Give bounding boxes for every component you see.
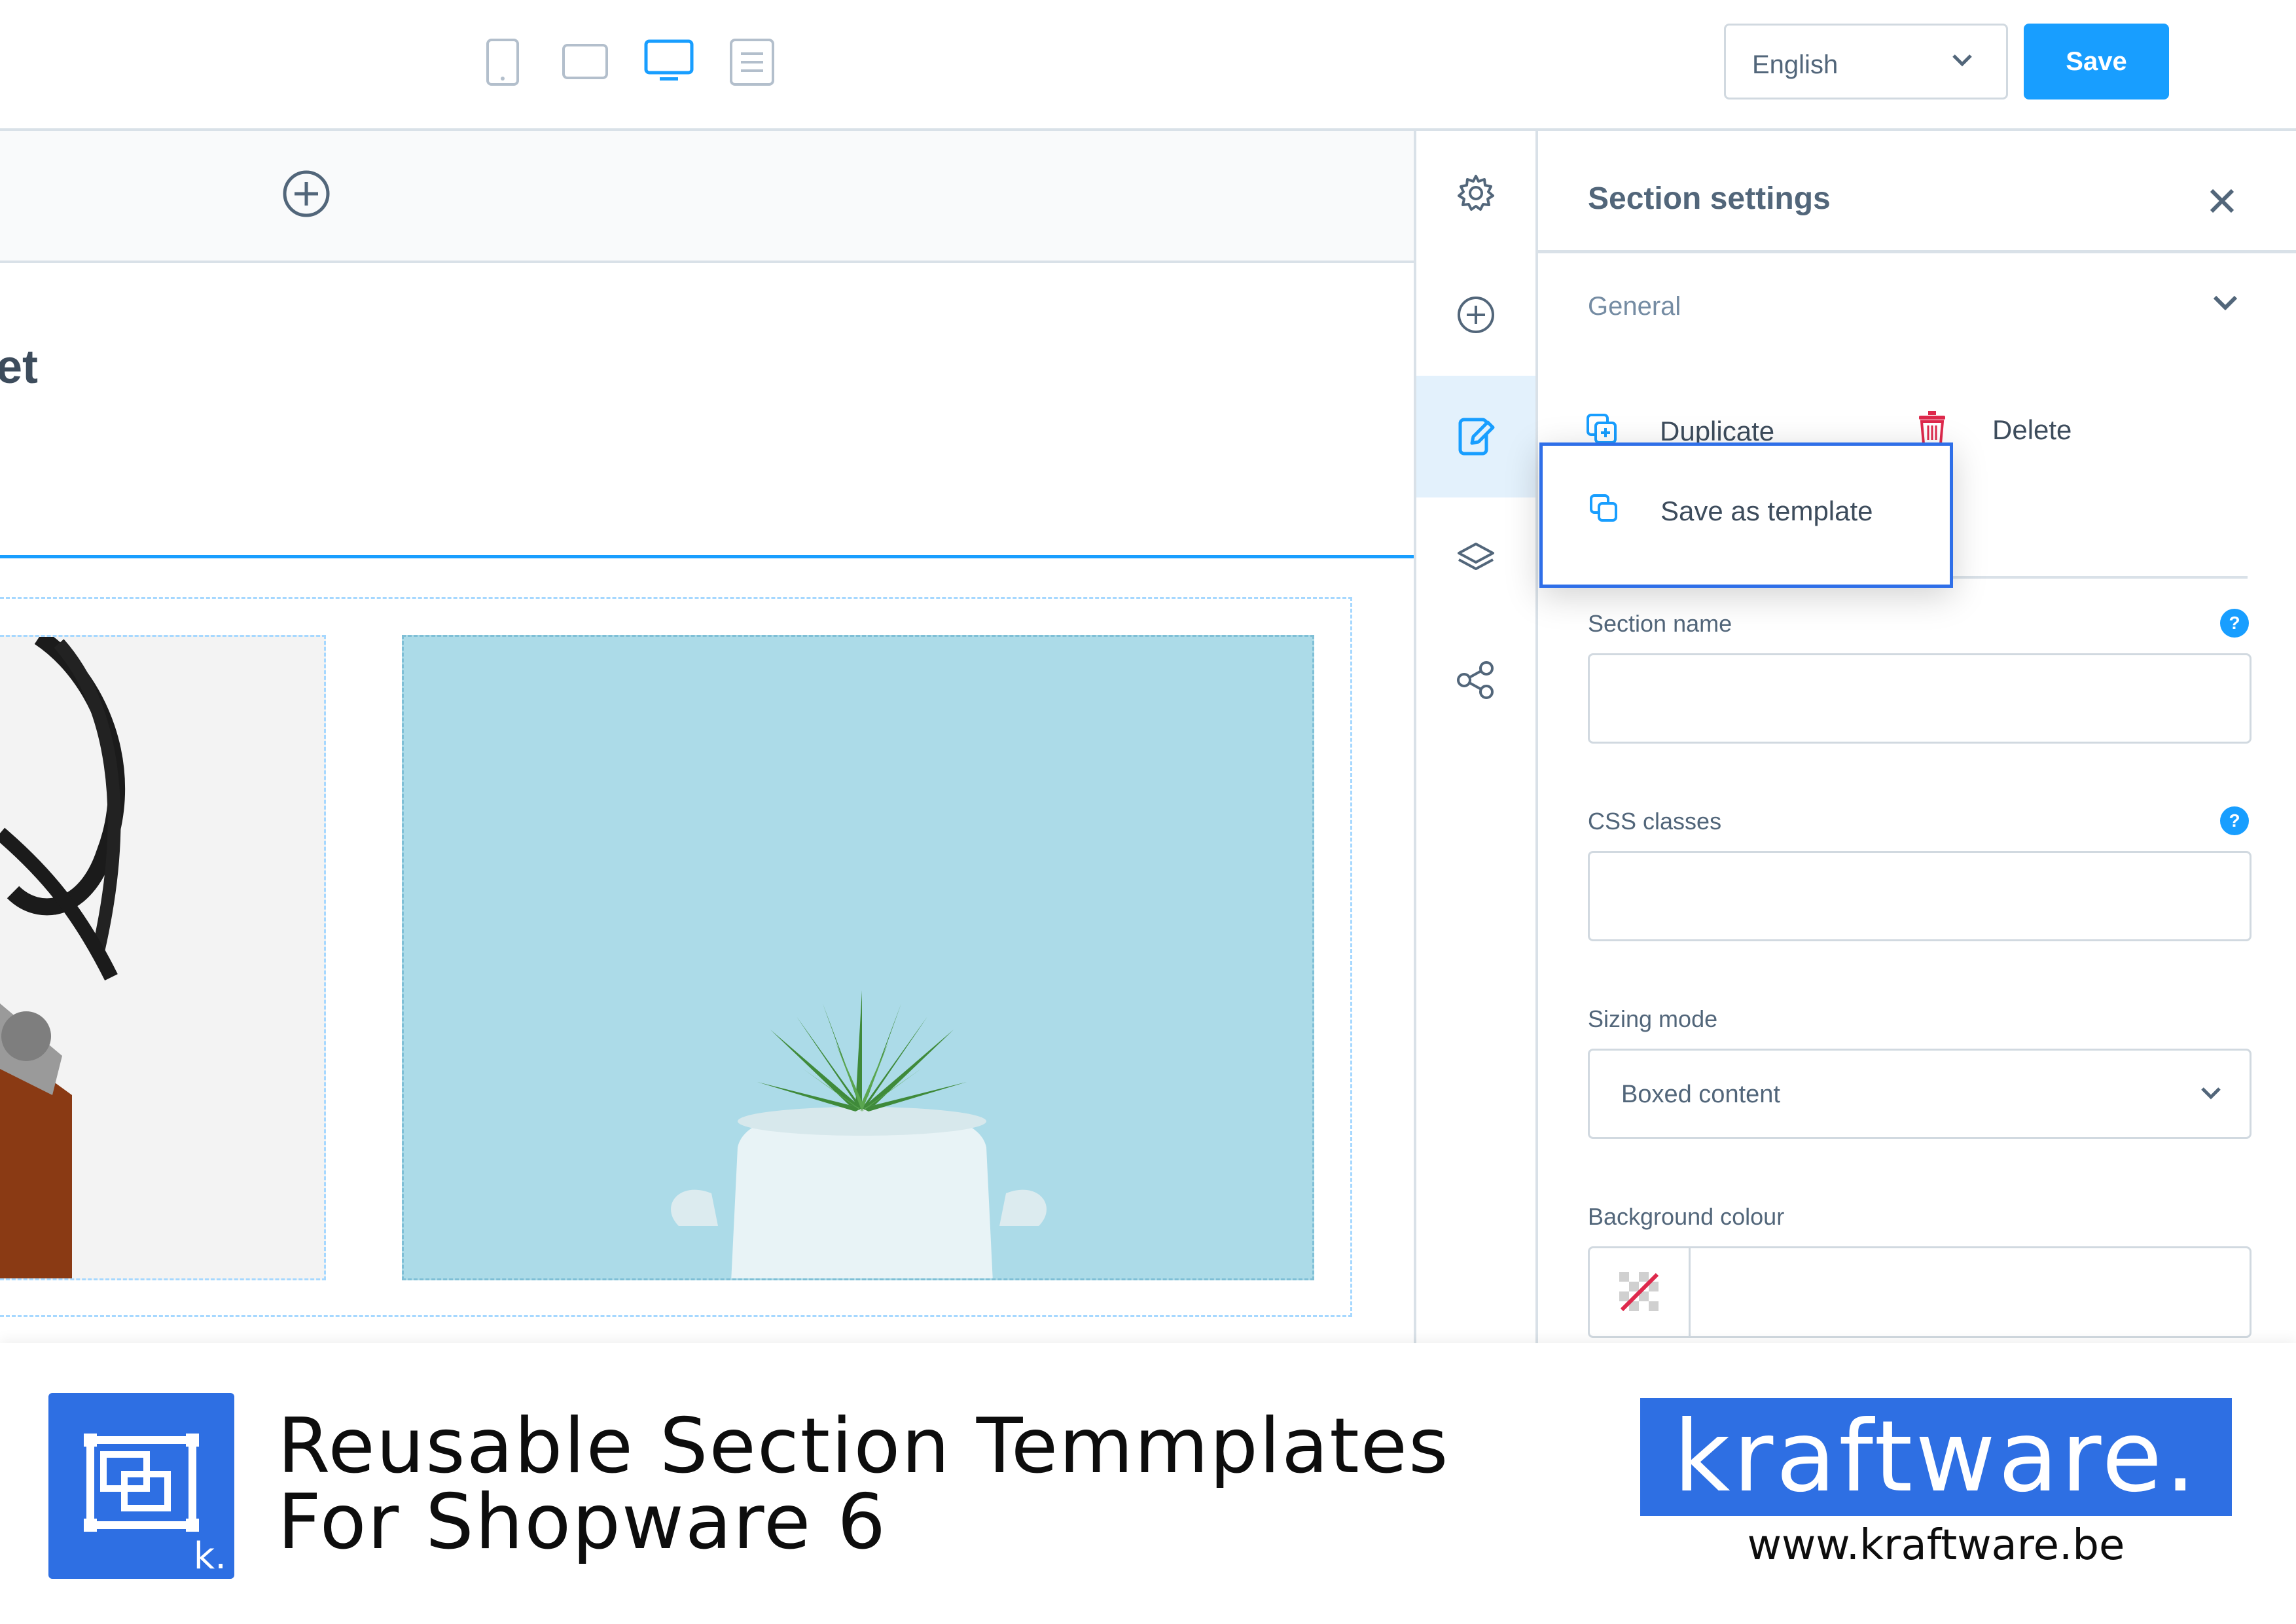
gear-icon[interactable]: [1416, 132, 1535, 254]
chevron-down-icon[interactable]: [2212, 295, 2238, 315]
tablet-view-icon[interactable]: [562, 43, 609, 80]
sizing-mode-value: Boxed content: [1621, 1081, 1780, 1108]
add-section-icon[interactable]: [281, 169, 331, 222]
chevron-down-icon: [1951, 53, 1973, 71]
save-button[interactable]: Save: [2024, 24, 2169, 99]
close-icon[interactable]: [2208, 187, 2236, 218]
save-template-label: Save as template: [1660, 496, 1873, 526]
background-colour-field[interactable]: [1588, 1246, 2251, 1338]
text-block-heading[interactable]: et: [0, 340, 38, 394]
plus-circle-icon[interactable]: [1416, 254, 1535, 376]
section-name-label: Section name: [1588, 610, 1732, 637]
css-classes-input[interactable]: [1588, 851, 2251, 941]
edit-icon[interactable]: [1416, 376, 1535, 497]
language-select-value: English: [1752, 50, 1839, 79]
sizing-mode-select[interactable]: Boxed content: [1588, 1049, 2251, 1139]
divider: [1538, 250, 2296, 253]
save-template-icon: [1588, 493, 1620, 528]
help-icon[interactable]: ?: [2220, 609, 2249, 638]
css-classes-label: CSS classes: [1588, 808, 1722, 835]
delete-label: Delete: [1992, 414, 2072, 445]
brand-url: www.kraftware.be: [1747, 1521, 2125, 1570]
top-toolbar: English Save: [0, 0, 2296, 131]
sidebar-icon-rail: [1414, 131, 1538, 1343]
sizing-mode-label: Sizing mode: [1588, 1005, 1718, 1032]
promo-banner: k. Reusable Section Temmplates For Shopw…: [0, 1343, 2296, 1624]
form-view-icon[interactable]: [729, 38, 775, 86]
save-as-template-button[interactable]: Save as template: [1539, 442, 1953, 588]
background-colour-label: Background colour: [1588, 1203, 1785, 1230]
chevron-down-icon: [2200, 1086, 2222, 1104]
brand-name: kraftware.: [1673, 1400, 2199, 1514]
section-name-input[interactable]: [1588, 653, 2251, 744]
succulent-image[interactable]: [402, 635, 1314, 1280]
panel-title: Section settings: [1588, 181, 1831, 216]
desktop-view-icon[interactable]: [644, 39, 694, 82]
general-accordion-label[interactable]: General: [1588, 292, 1681, 321]
help-icon[interactable]: ?: [2220, 806, 2249, 835]
layers-icon[interactable]: [1416, 497, 1535, 619]
plugin-logo: k.: [48, 1393, 234, 1579]
language-select[interactable]: English: [1724, 24, 2008, 99]
logo-letter: k.: [193, 1535, 226, 1578]
section-settings-panel: Section settings General Duplicate Delet…: [1538, 131, 2296, 1343]
page-canvas: et: [0, 131, 1414, 1343]
mobile-view-icon[interactable]: [486, 38, 520, 86]
add-section-bar: [0, 131, 1414, 263]
kraftware-logo: kraftware.: [1640, 1398, 2232, 1516]
selected-section-indicator: [0, 555, 1414, 558]
divider: [1950, 576, 2248, 579]
camera-image[interactable]: [0, 635, 326, 1280]
share-icon[interactable]: [1416, 619, 1535, 741]
headline-line-2: For Shopware 6: [278, 1478, 888, 1566]
colour-swatch-empty-icon[interactable]: [1590, 1248, 1691, 1336]
headline-line-1: Reusable Section Temmplates: [278, 1402, 1450, 1490]
